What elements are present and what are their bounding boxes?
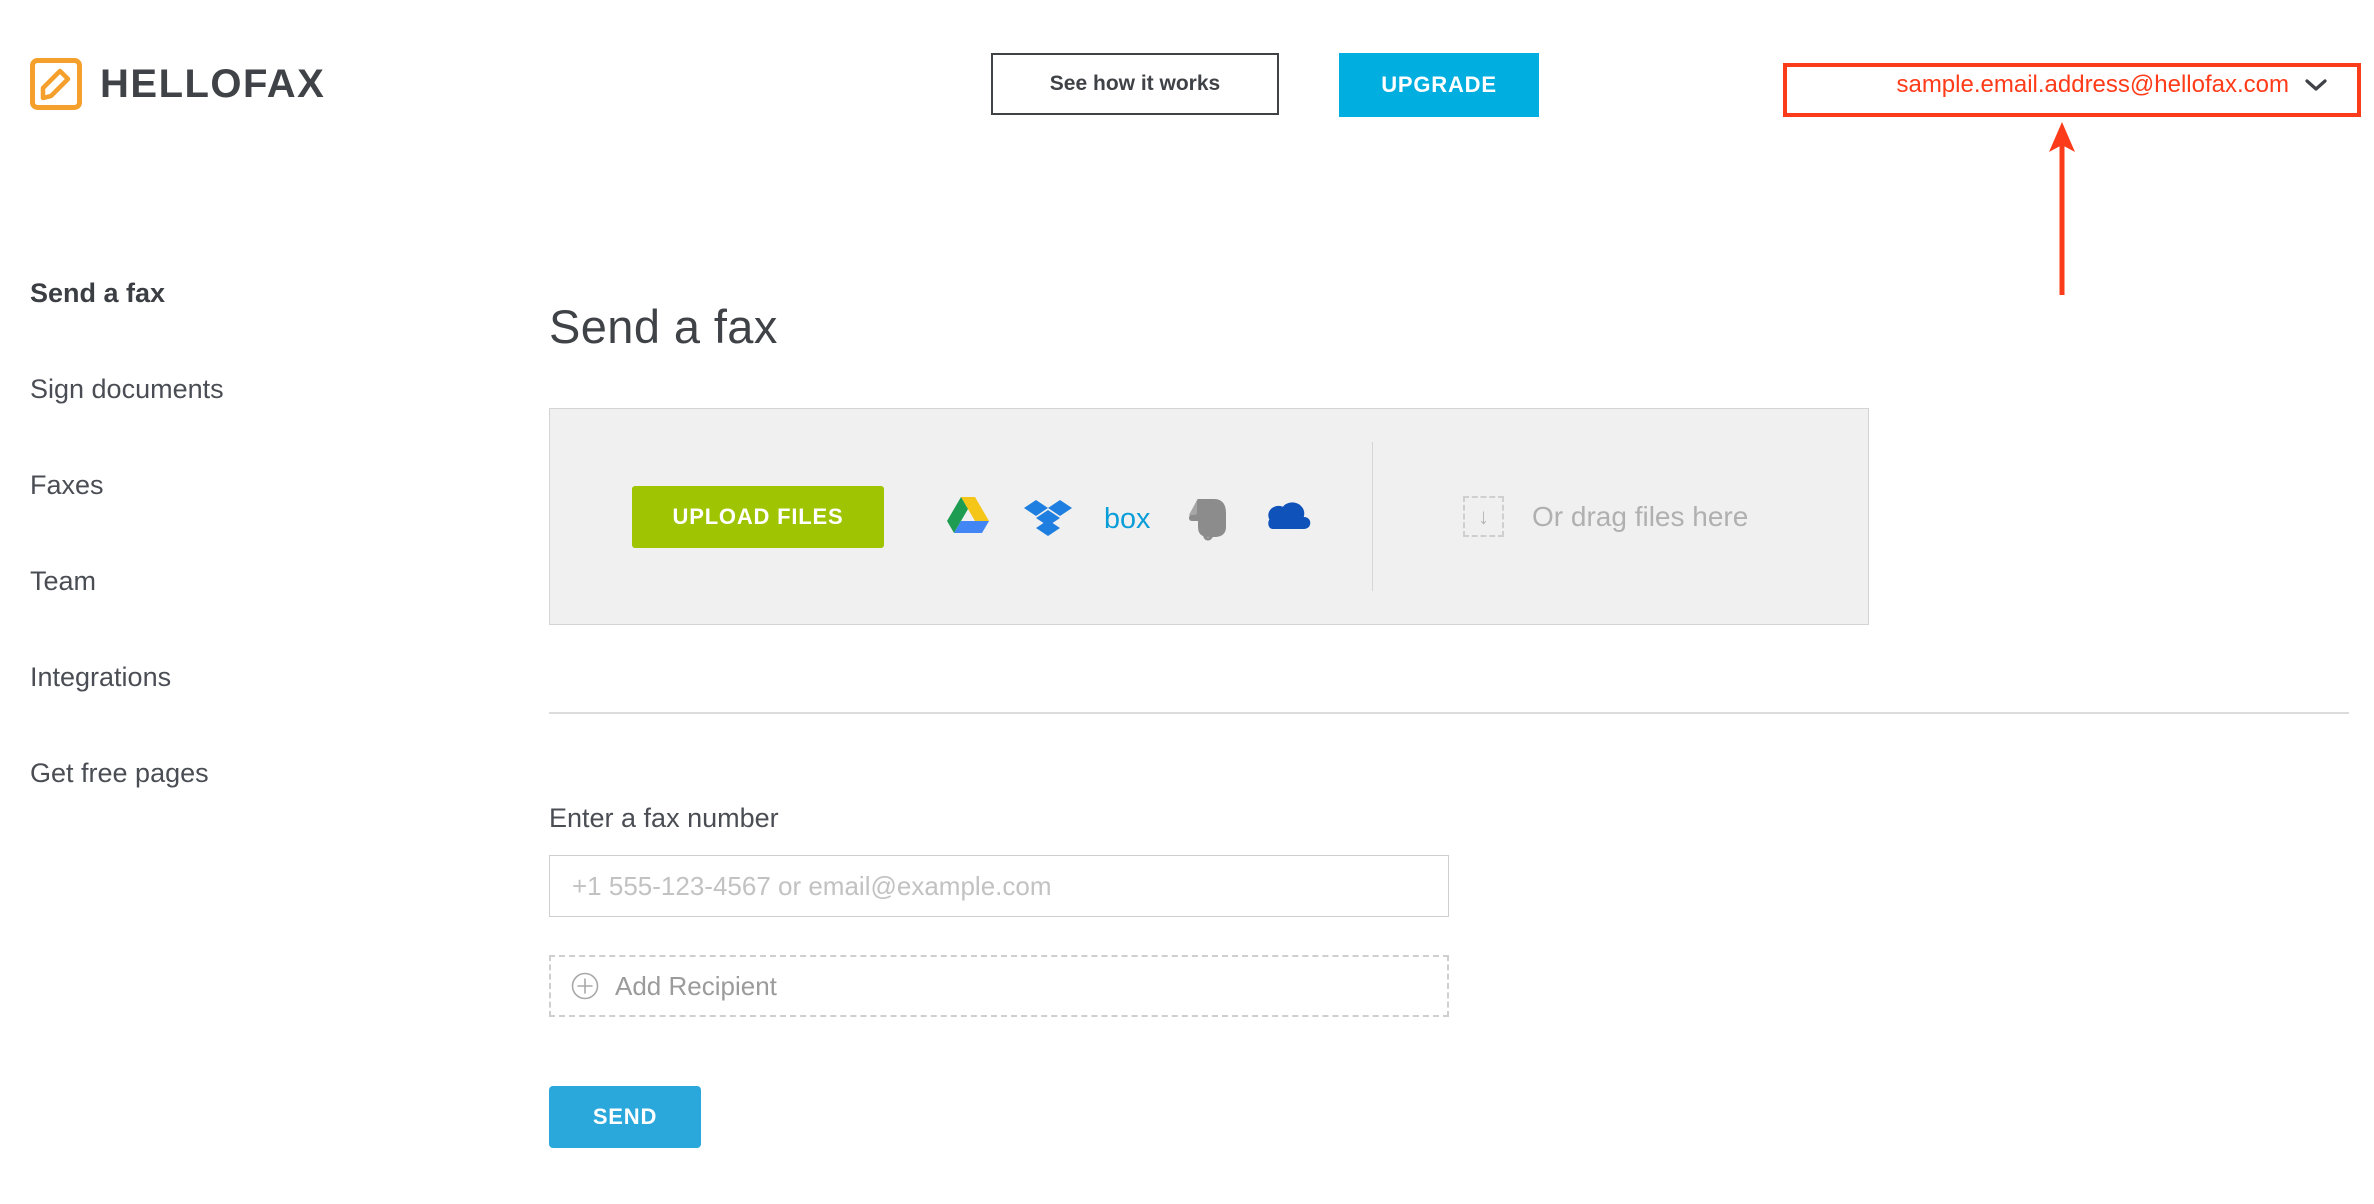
add-recipient-label: Add Recipient [615,970,777,1001]
see-how-it-works-button[interactable]: See how it works [991,53,1279,115]
svg-text:box: box [1104,503,1151,535]
file-dropzone[interactable]: ↓ Or drag files here [1463,496,1748,537]
chevron-down-icon [2305,78,2327,91]
cloud-service-icons: box [944,493,1312,541]
dropzone-label: Or drag files here [1532,500,1749,532]
download-arrow-icon: ↓ [1463,496,1504,537]
box-icon[interactable]: box [1104,493,1152,541]
see-how-it-works-label: See how it works [1049,72,1221,95]
sidebar-item-integrations[interactable]: Integrations [30,664,460,691]
upgrade-label: UPGRADE [1381,72,1497,97]
dropbox-icon[interactable] [1024,493,1072,541]
upload-panel: UPLOAD FILES box ↓ Or drag files here [549,408,1869,625]
fax-number-label: Enter a fax number [549,803,779,833]
add-recipient-button[interactable]: Add Recipient [549,955,1449,1017]
upgrade-button[interactable]: UPGRADE [1339,53,1539,117]
sidebar-item-get-free-pages[interactable]: Get free pages [30,760,460,787]
sidebar-item-sign-documents[interactable]: Sign documents [30,376,460,403]
sidebar-item-send-a-fax[interactable]: Send a fax [30,280,460,307]
section-divider [549,712,2349,714]
plus-circle-icon [571,972,599,1000]
sidebar-nav: Send a fax Sign documents Faxes Team Int… [30,280,460,856]
upload-files-label: UPLOAD FILES [672,503,844,529]
brand-logo[interactable]: HELLOFAX [30,58,325,110]
account-email-dropdown[interactable]: sample.email.address@hellofax.com [1780,56,2345,113]
send-button[interactable]: SEND [549,1086,701,1148]
account-email-label: sample.email.address@hellofax.com [1896,70,2289,98]
google-drive-icon[interactable] [944,493,992,541]
send-label: SEND [592,1104,658,1129]
sidebar-item-team[interactable]: Team [30,568,460,595]
hellofax-document-pen-icon [30,58,82,110]
app-header: HELLOFAX See how it works UPGRADE sample… [0,0,2374,150]
fax-number-input[interactable] [549,855,1449,917]
upload-files-button[interactable]: UPLOAD FILES [632,485,884,548]
evernote-icon[interactable] [1184,493,1232,541]
panel-vertical-divider [1372,442,1373,591]
onedrive-icon[interactable] [1264,493,1312,541]
sidebar-item-faxes[interactable]: Faxes [30,472,460,499]
page-title: Send a fax [549,300,778,354]
brand-name: HELLOFAX [100,62,326,106]
